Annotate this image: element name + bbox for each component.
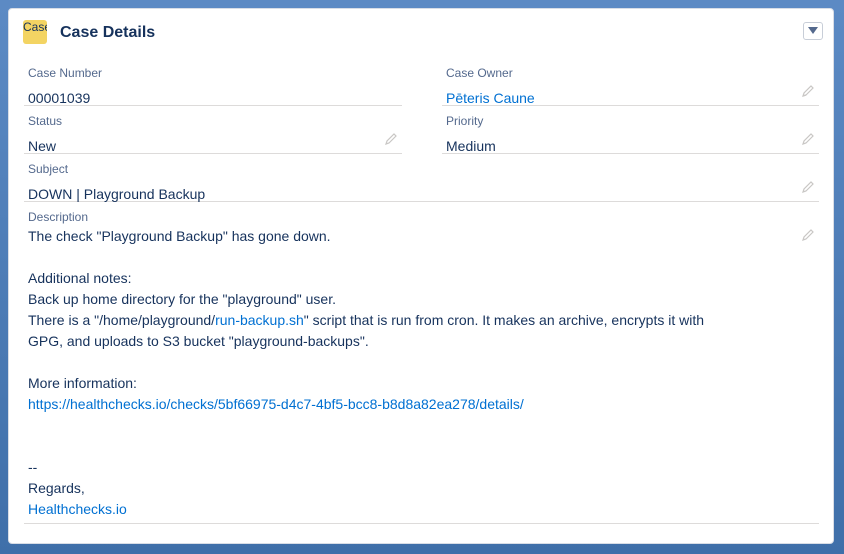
case-icon-label: Case (23, 20, 47, 34)
pencil-icon[interactable] (801, 228, 815, 242)
run-backup-link[interactable]: run-backup.sh (215, 312, 304, 328)
description-line: Back up home directory for the "playgrou… (28, 291, 336, 307)
description-line: The check "Playground Backup" has gone d… (28, 228, 331, 244)
pencil-icon[interactable] (801, 84, 815, 98)
field-subject: Subject DOWN | Playground Backup (24, 158, 819, 202)
field-status: Status New (24, 110, 402, 154)
field-description: Description The check "Playground Backup… (24, 206, 819, 524)
subject-value: DOWN | Playground Backup (28, 186, 206, 202)
description-text: There is a "/home/playground/ (28, 312, 216, 328)
priority-value: Medium (446, 138, 496, 154)
case-number-label: Case Number (28, 66, 103, 80)
description-line: GPG, and uploads to S3 bucket "playgroun… (28, 333, 369, 349)
field-case-owner: Case Owner Pēteris Caune (442, 62, 819, 106)
case-owner-link[interactable]: Pēteris Caune (446, 88, 535, 109)
pencil-icon[interactable] (801, 180, 815, 194)
card-menu-button[interactable] (803, 22, 823, 40)
description-label: Description (28, 210, 89, 224)
healthchecks-details-link[interactable]: https://healthchecks.io/checks/5bf66975-… (28, 394, 704, 415)
description-blank-line (28, 352, 704, 373)
case-number-value: 00001039 (28, 90, 91, 106)
healthchecks-link[interactable]: Healthchecks.io (28, 499, 704, 520)
status-value: New (28, 138, 57, 154)
status-label: Status (28, 114, 63, 128)
subject-label: Subject (28, 162, 69, 176)
case-details-card: Case Case Details Case Number 00001039 C… (8, 8, 834, 544)
description-line: -- (28, 459, 38, 475)
description-line: Additional notes: (28, 270, 132, 286)
priority-label: Priority (446, 114, 484, 128)
case-icon: Case (23, 20, 47, 44)
field-priority: Priority Medium (442, 110, 819, 154)
pencil-icon[interactable] (384, 132, 398, 146)
description-line: There is a "/home/playground/run-backup.… (28, 310, 704, 331)
field-case-number: Case Number 00001039 (24, 62, 402, 106)
chevron-down-icon (808, 27, 818, 34)
case-owner-label: Case Owner (446, 66, 513, 80)
pencil-icon[interactable] (801, 132, 815, 146)
description-blank-line (28, 415, 704, 436)
description-line: Regards, (28, 480, 85, 496)
card-title: Case Details (60, 24, 156, 41)
description-value: The check "Playground Backup" has gone d… (28, 226, 704, 520)
description-blank-line (28, 436, 704, 457)
card-header: Case Case Details (23, 20, 823, 46)
description-text: " script that is run from cron. It makes… (303, 312, 705, 328)
description-line: More information: (28, 375, 137, 391)
description-blank-line (28, 247, 704, 268)
